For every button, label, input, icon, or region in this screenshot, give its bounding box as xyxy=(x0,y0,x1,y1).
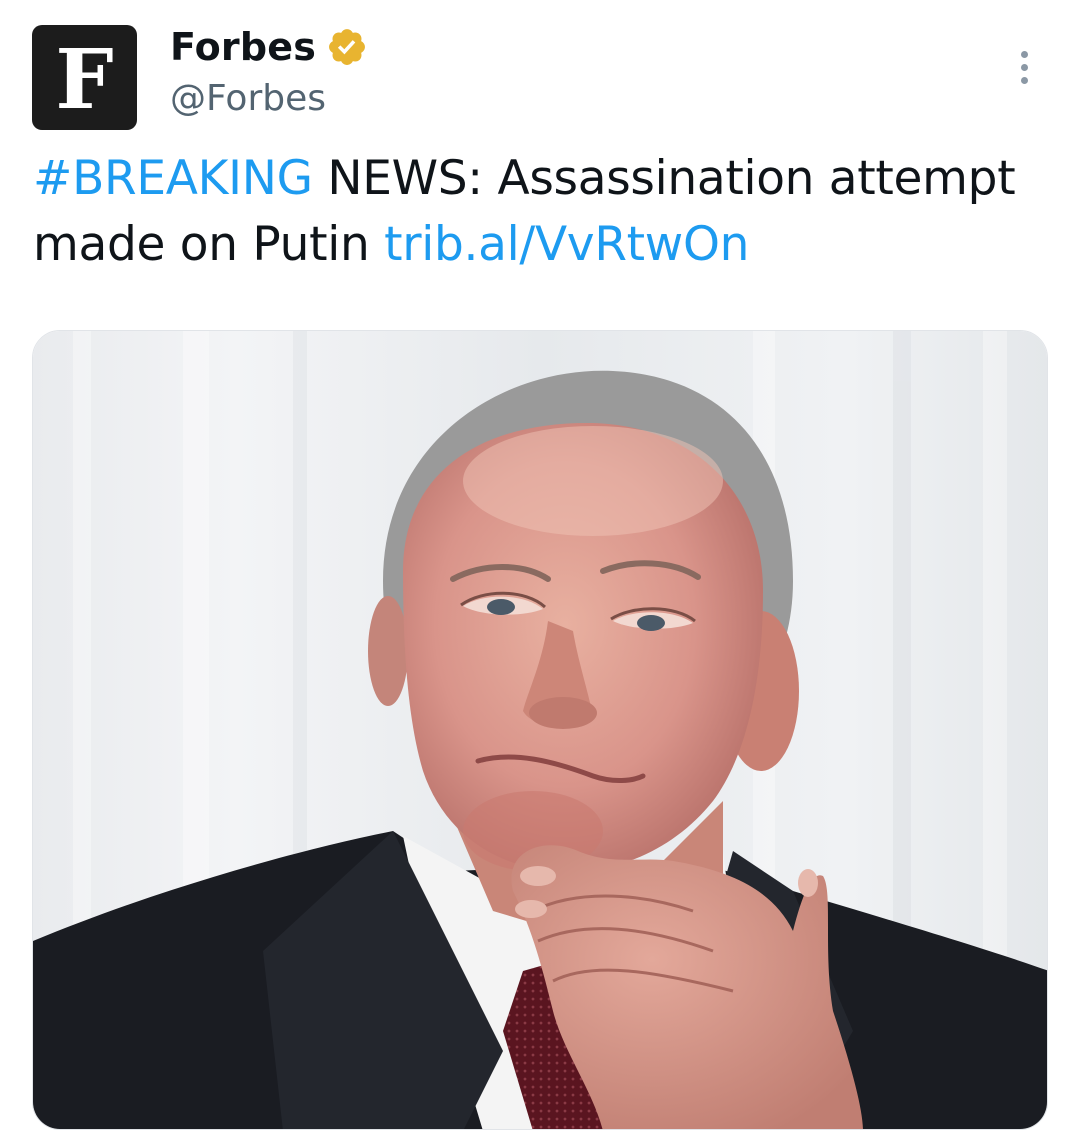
author-handle[interactable]: @Forbes xyxy=(170,78,326,119)
verified-badge-icon xyxy=(326,26,368,68)
more-dot xyxy=(1020,50,1028,58)
tweet-media-image[interactable] xyxy=(32,330,1048,1130)
author-avatar[interactable]: F xyxy=(32,25,137,130)
more-dot xyxy=(1020,63,1028,71)
tweet-text: #BREAKING NEWS: Assassination attempt ma… xyxy=(33,146,1043,278)
hashtag-link[interactable]: #BREAKING xyxy=(33,151,313,206)
more-dot xyxy=(1020,76,1028,84)
author-name-row: Forbes xyxy=(170,22,368,72)
author-display-name[interactable]: Forbes xyxy=(170,25,316,69)
avatar-letter: F xyxy=(55,31,114,128)
tweet-url-link[interactable]: trib.al/VvRtwOn xyxy=(384,217,749,272)
portrait-photo xyxy=(33,331,1047,1129)
more-options-icon[interactable] xyxy=(1004,42,1044,92)
